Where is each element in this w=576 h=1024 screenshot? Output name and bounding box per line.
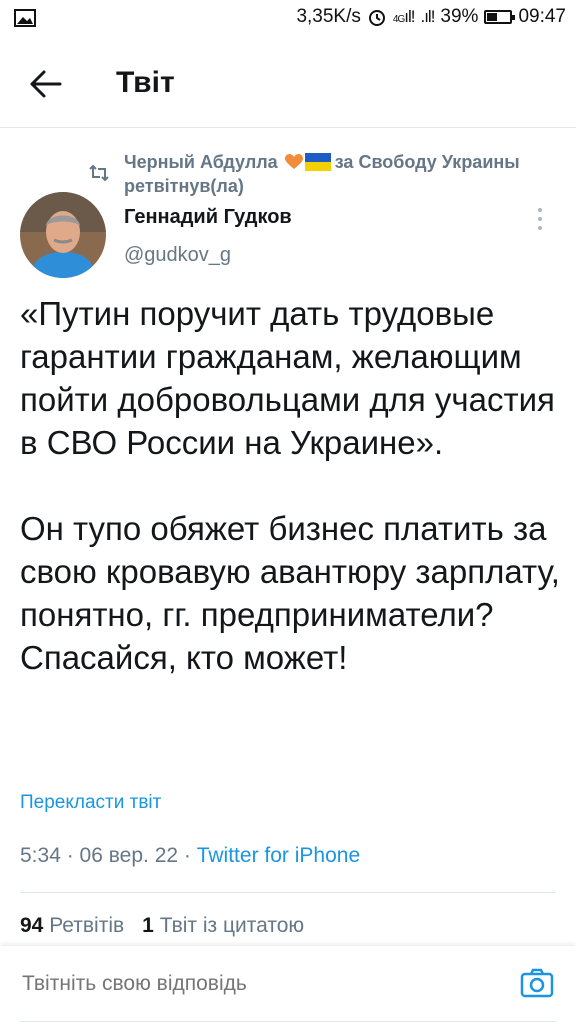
tweet-date: 06 вер. 22 [79, 844, 179, 867]
battery-percent: 39% [440, 6, 479, 27]
retweets-label: Ретвітів [49, 914, 125, 937]
reply-bar [0, 946, 576, 1024]
quotes-stat[interactable]: 1 Твіт із цитатою [142, 914, 304, 937]
page-title: Твіт [116, 66, 175, 99]
orange-heart-icon [284, 154, 303, 169]
retweets-stat[interactable]: 94 Ретвітів [20, 914, 124, 937]
retweeter-line[interactable]: Черный Абдулла за Свободу Украины [124, 148, 564, 176]
ukraine-flag-icon [304, 153, 331, 171]
battery-fill [487, 13, 497, 21]
retweeted-label: ретвітнув(ла) [124, 176, 244, 196]
retweet-icon [89, 164, 109, 182]
tweet-source-link[interactable]: Twitter for iPhone [197, 844, 360, 867]
retweeter-suffix: за Свободу Украины [334, 152, 520, 172]
avatar[interactable] [20, 192, 106, 278]
quotes-count: 1 [142, 914, 154, 937]
signal-icon: 4Gıl! [392, 7, 416, 26]
clock: 09:47 [518, 6, 566, 27]
tweet-meta: 5:34 · 06 вер. 22 · Twitter for iPhone [20, 844, 361, 867]
author-handle[interactable]: @gudkov_g [124, 244, 231, 267]
divider [20, 1021, 556, 1022]
retweets-count: 94 [20, 914, 44, 937]
signal-icon-2: .ıl! [420, 7, 435, 26]
avatar-image [20, 192, 106, 278]
alarm-icon [368, 10, 385, 26]
tweet-text: «Путин поручит дать трудовые гарантии гр… [20, 295, 560, 676]
translate-link[interactable]: Перекласти твіт [20, 792, 161, 814]
divider [0, 127, 576, 128]
tweet-stats: 94 Ретвітів 1 Твіт із цитатою [20, 914, 304, 938]
retweeter-name[interactable]: Черный Абдулла [124, 152, 278, 172]
divider [20, 892, 556, 893]
network-type: 4G [392, 14, 405, 25]
network-speed: 3,35K/s [296, 6, 361, 27]
reply-input[interactable] [22, 972, 462, 996]
camera-icon[interactable] [520, 966, 554, 1000]
arrow-left-icon[interactable] [28, 68, 64, 100]
more-options-icon[interactable] [534, 206, 546, 232]
battery-icon [484, 10, 516, 24]
status-bar: 3,35K/s 4Gıl! .ıl! 39% 09:47 [0, 0, 576, 38]
author-name[interactable]: Геннадий Гудков [124, 206, 292, 229]
image-notification-icon [14, 9, 36, 27]
quotes-label: Твіт із цитатою [159, 914, 305, 937]
tweet-time: 5:34 [20, 844, 61, 867]
app-header: Твіт [0, 48, 576, 124]
